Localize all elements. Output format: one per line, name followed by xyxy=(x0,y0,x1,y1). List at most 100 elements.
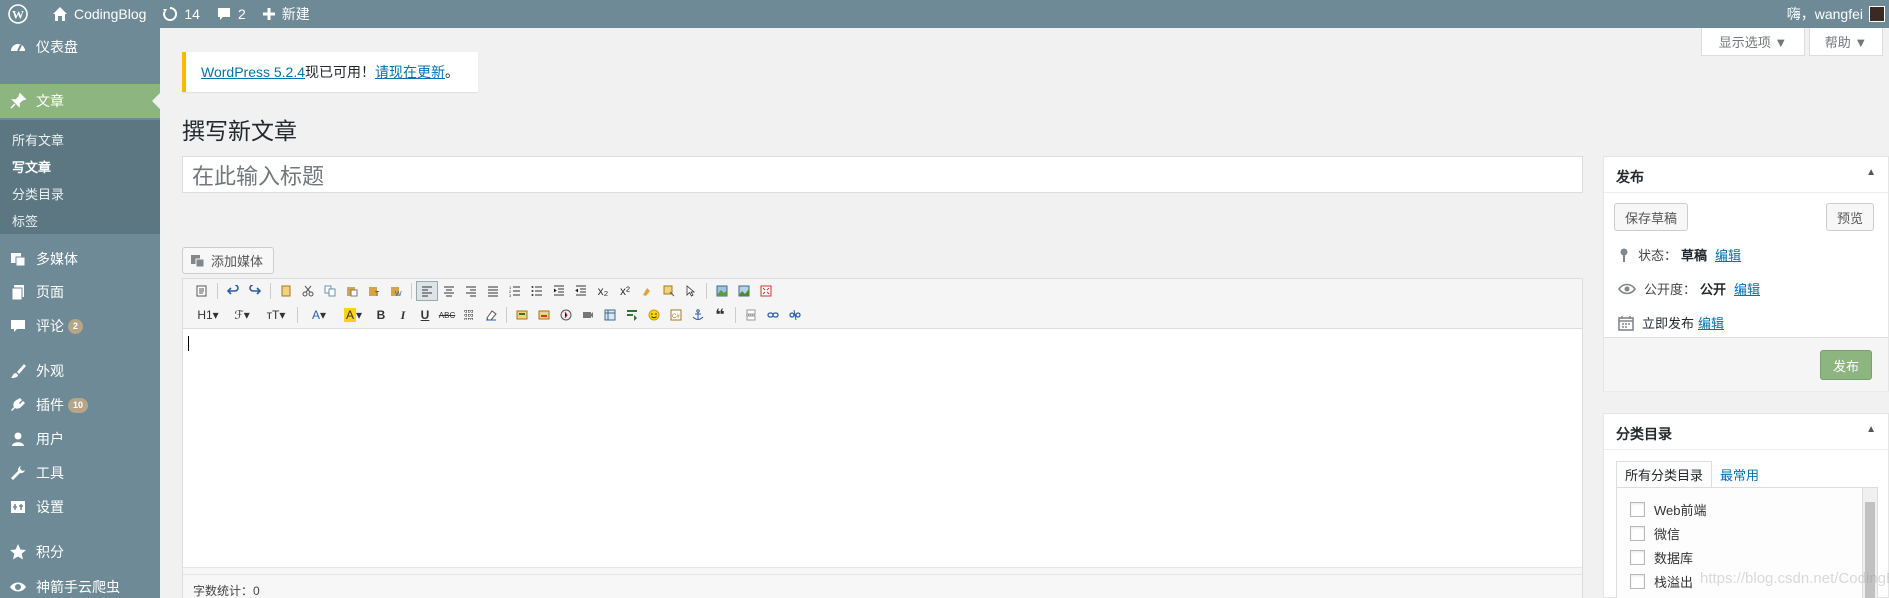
collapse-arrow-icon[interactable]: ▲ xyxy=(1866,167,1876,182)
fullscreen-icon[interactable] xyxy=(755,281,777,301)
font-size-dropdown[interactable]: тT ▾ xyxy=(259,305,293,325)
subscript-icon[interactable]: x₂ xyxy=(592,281,614,301)
text-color-dropdown[interactable]: A ▾ xyxy=(302,305,336,325)
underline-button[interactable]: U xyxy=(414,305,436,325)
my-account-link[interactable]: 嗨，wangfei xyxy=(1779,0,1889,28)
submenu-categories[interactable]: 分类目录 xyxy=(12,184,64,203)
tab-all-categories[interactable]: 所有分类目录 xyxy=(1616,461,1713,488)
new-document-icon[interactable] xyxy=(275,281,297,301)
italic-button[interactable]: I xyxy=(392,305,414,325)
superscript-icon[interactable]: x² xyxy=(614,281,636,301)
paste-text-icon[interactable]: T xyxy=(363,281,385,301)
outdent-icon[interactable] xyxy=(570,281,592,301)
bullet-list-icon[interactable] xyxy=(526,281,548,301)
undo-icon[interactable] xyxy=(222,281,244,301)
emoticon-icon[interactable] xyxy=(643,305,665,325)
submenu-write-post[interactable]: 写文章 xyxy=(12,157,51,176)
save-draft-button[interactable]: 保存草稿 xyxy=(1614,203,1688,231)
font-family-dropdown[interactable]: ℱ ▾ xyxy=(225,305,259,325)
edit-visibility-link[interactable]: 编辑 xyxy=(1734,279,1760,298)
wordpress-logo-icon[interactable]: W xyxy=(0,0,44,28)
heading-dropdown[interactable]: H1 ▾ xyxy=(191,305,225,325)
select-all-icon[interactable] xyxy=(680,281,702,301)
insert-code-icon[interactable]: C# xyxy=(665,305,687,325)
add-media-button[interactable]: 添加媒体 xyxy=(182,247,274,274)
cut-icon[interactable] xyxy=(297,281,319,301)
format-painter-icon[interactable] xyxy=(658,281,680,301)
eraser-icon[interactable] xyxy=(480,305,502,325)
paste-word-icon[interactable]: W xyxy=(385,281,407,301)
menu-item-pages[interactable]: 页面 xyxy=(0,275,160,309)
help-button[interactable]: 帮助 ▼ xyxy=(1809,28,1883,56)
copy-icon[interactable] xyxy=(319,281,341,301)
collapse-arrow-icon[interactable]: ▲ xyxy=(1866,424,1876,439)
edit-status-link[interactable]: 编辑 xyxy=(1715,245,1741,264)
insert-map-icon[interactable] xyxy=(599,305,621,325)
insert-link-icon[interactable] xyxy=(762,305,784,325)
menu-item-posts[interactable]: 文章 xyxy=(0,84,160,118)
category-checkbox[interactable] xyxy=(1630,526,1645,541)
category-item[interactable]: 栈溢出 xyxy=(1630,572,1693,591)
insert-image-icon[interactable] xyxy=(711,281,733,301)
align-right-icon[interactable] xyxy=(460,281,482,301)
category-item[interactable]: 微信 xyxy=(1630,524,1680,543)
menu-item-points[interactable]: 积分 xyxy=(0,535,160,569)
comments-link[interactable]: 2 xyxy=(208,0,254,28)
category-checkbox[interactable] xyxy=(1630,574,1645,589)
updates-link[interactable]: 14 xyxy=(154,0,208,28)
align-justify-icon[interactable] xyxy=(482,281,504,301)
category-box-header[interactable]: 分类目录 ▲ xyxy=(1604,414,1888,450)
category-checkbox[interactable] xyxy=(1630,502,1645,517)
tab-most-used[interactable]: 最常用 xyxy=(1712,461,1767,488)
publish-button[interactable]: 发布 xyxy=(1820,350,1872,380)
submenu-tags[interactable]: 标签 xyxy=(12,211,38,230)
indent-icon[interactable] xyxy=(548,281,570,301)
editor-content-area[interactable] xyxy=(183,329,1582,567)
align-center-icon[interactable] xyxy=(438,281,460,301)
submenu-all-posts[interactable]: 所有文章 xyxy=(12,130,64,149)
publish-box-header[interactable]: 发布 ▲ xyxy=(1604,157,1888,193)
source-code-icon[interactable] xyxy=(191,281,213,301)
insert-table-icon[interactable] xyxy=(458,305,480,325)
strikethrough-button[interactable]: ABC xyxy=(436,305,458,325)
category-item[interactable]: 数据库 xyxy=(1630,548,1693,567)
insert-row-above-icon[interactable] xyxy=(511,305,533,325)
menu-item-users[interactable]: 用户 xyxy=(0,422,160,456)
menu-item-dashboard[interactable]: 仪表盘 xyxy=(0,30,160,64)
bold-button[interactable]: B xyxy=(370,305,392,325)
screen-options-button[interactable]: 显示选项 ▼ xyxy=(1701,28,1805,56)
site-name-link[interactable]: CodingBlog xyxy=(44,0,154,28)
menu-item-media[interactable]: 多媒体 xyxy=(0,242,160,276)
page-break-icon[interactable] xyxy=(740,305,762,325)
preview-button[interactable]: 预览 xyxy=(1826,203,1874,231)
insert-flash-icon[interactable] xyxy=(555,305,577,325)
menu-item-tools[interactable]: 工具 xyxy=(0,456,160,490)
new-content-link[interactable]: 新建 xyxy=(254,0,318,28)
menu-item-comments[interactable]: 评论 2 xyxy=(0,309,160,343)
edit-schedule-link[interactable]: 编辑 xyxy=(1698,313,1724,332)
highlight-color-dropdown[interactable]: A ▾ xyxy=(336,305,370,325)
paste-icon[interactable] xyxy=(341,281,363,301)
menu-item-crawler[interactable]: 神箭手云爬虫 xyxy=(0,570,160,598)
menu-item-appearance[interactable]: 外观 xyxy=(0,354,160,388)
category-item[interactable]: Web前端 xyxy=(1630,500,1707,519)
insert-row-below-icon[interactable] xyxy=(533,305,555,325)
anchor-icon[interactable] xyxy=(687,305,709,325)
category-checkbox[interactable] xyxy=(1630,550,1645,565)
unlink-icon[interactable] xyxy=(784,305,806,325)
blockquote-icon[interactable]: ❝ xyxy=(709,305,731,325)
menu-item-settings[interactable]: 设置 xyxy=(0,490,160,524)
align-left-icon[interactable] xyxy=(416,280,438,301)
menu-item-plugins[interactable]: 插件 10 xyxy=(0,388,160,422)
italic-label: I xyxy=(400,307,406,322)
update-now-link[interactable]: 请现在更新 xyxy=(375,62,445,82)
redo-icon[interactable] xyxy=(244,281,266,301)
editor-resize-handle[interactable] xyxy=(183,567,1582,575)
wordpress-version-link[interactable]: WordPress 5.2.4 xyxy=(201,64,305,80)
insert-gallery-icon[interactable] xyxy=(733,281,755,301)
post-title-input[interactable]: 在此输入标题 xyxy=(182,156,1583,193)
clear-format-icon[interactable] xyxy=(636,281,658,301)
insert-frame-icon[interactable] xyxy=(621,305,643,325)
numbered-list-icon[interactable]: 123 xyxy=(504,281,526,301)
insert-video-icon[interactable] xyxy=(577,305,599,325)
